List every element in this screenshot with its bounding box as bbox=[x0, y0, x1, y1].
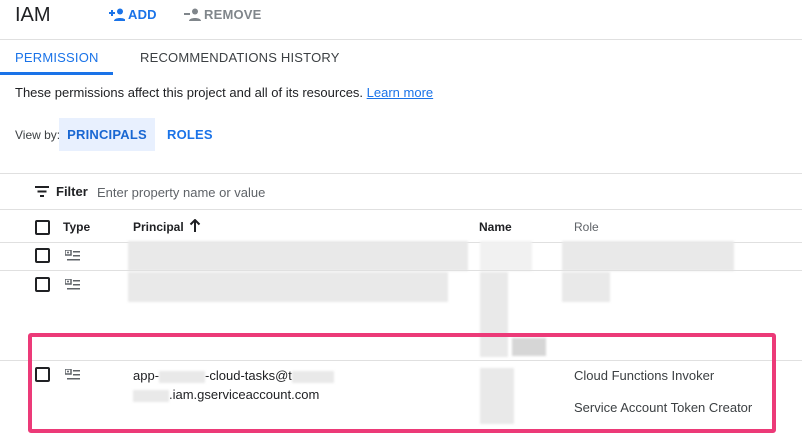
filter-icon[interactable] bbox=[35, 186, 49, 197]
filter-label: Filter bbox=[56, 184, 88, 199]
service-account-icon bbox=[65, 369, 80, 380]
arrow-up-icon[interactable] bbox=[189, 219, 201, 233]
service-account-icon bbox=[65, 279, 80, 290]
redacted-principal-fragment bbox=[133, 389, 169, 402]
add-button[interactable]: ADD bbox=[109, 7, 157, 22]
redacted-name-extra bbox=[512, 338, 546, 356]
role-cloud-functions-invoker: Cloud Functions Invoker bbox=[574, 368, 715, 383]
principal-email: app- -cloud-tasks@t bbox=[133, 368, 334, 383]
column-header-name: Name bbox=[479, 220, 512, 234]
redacted-name bbox=[480, 368, 514, 424]
redacted-principal-fragment bbox=[291, 370, 334, 383]
permission-description: These permissions affect this project an… bbox=[15, 85, 433, 100]
view-by-roles-button[interactable]: ROLES bbox=[167, 127, 213, 142]
row-checkbox[interactable] bbox=[35, 277, 50, 292]
row-divider bbox=[0, 360, 802, 361]
redacted-principal bbox=[128, 241, 468, 271]
column-header-type: Type bbox=[63, 220, 91, 234]
principal-email-start: app- bbox=[133, 368, 160, 383]
view-by-principals-button[interactable]: PRINCIPALS bbox=[59, 118, 155, 151]
remove-button[interactable]: REMOVE bbox=[184, 7, 262, 22]
redacted-principal-fragment bbox=[159, 370, 206, 383]
page-title: IAM bbox=[15, 4, 51, 26]
redacted-name bbox=[480, 241, 532, 271]
service-account-icon bbox=[65, 250, 80, 261]
view-by-label: View by: bbox=[15, 128, 61, 142]
tab-permission[interactable]: PERMISSION bbox=[15, 50, 99, 65]
remove-button-label: REMOVE bbox=[204, 7, 262, 22]
redacted-name bbox=[480, 272, 508, 357]
principal-domain-text: .iam.gserviceaccount.com bbox=[169, 387, 320, 402]
row-checkbox[interactable] bbox=[35, 367, 50, 382]
add-person-icon bbox=[109, 8, 125, 21]
role-service-account-token-creator: Service Account Token Creator bbox=[574, 400, 753, 415]
principal-domain: .iam.gserviceaccount.com bbox=[133, 387, 319, 402]
redacted-principal bbox=[128, 272, 448, 302]
principal-email-mid: -cloud-tasks@t bbox=[205, 368, 292, 383]
column-header-role: Role bbox=[574, 220, 599, 234]
tab-recommendations-history[interactable]: RECOMMENDATIONS HISTORY bbox=[140, 50, 340, 65]
header-bar: IAM ADD REMOVE bbox=[0, 0, 802, 40]
row-divider bbox=[0, 270, 802, 271]
description-text: These permissions affect this project an… bbox=[15, 85, 364, 100]
highlight-box bbox=[28, 333, 776, 433]
learn-more-link[interactable]: Learn more bbox=[367, 85, 433, 100]
select-all-checkbox[interactable] bbox=[35, 220, 50, 235]
active-tab-indicator bbox=[0, 72, 113, 75]
tab-bar: PERMISSION RECOMMENDATIONS HISTORY bbox=[0, 41, 802, 75]
add-button-label: ADD bbox=[128, 7, 157, 22]
redacted-role bbox=[562, 272, 610, 302]
filter-bar: Filter bbox=[0, 173, 802, 210]
row-checkbox[interactable] bbox=[35, 248, 50, 263]
remove-person-icon bbox=[184, 8, 201, 21]
redacted-role bbox=[562, 241, 734, 271]
filter-input[interactable] bbox=[97, 182, 497, 202]
column-header-principal[interactable]: Principal bbox=[133, 220, 184, 234]
